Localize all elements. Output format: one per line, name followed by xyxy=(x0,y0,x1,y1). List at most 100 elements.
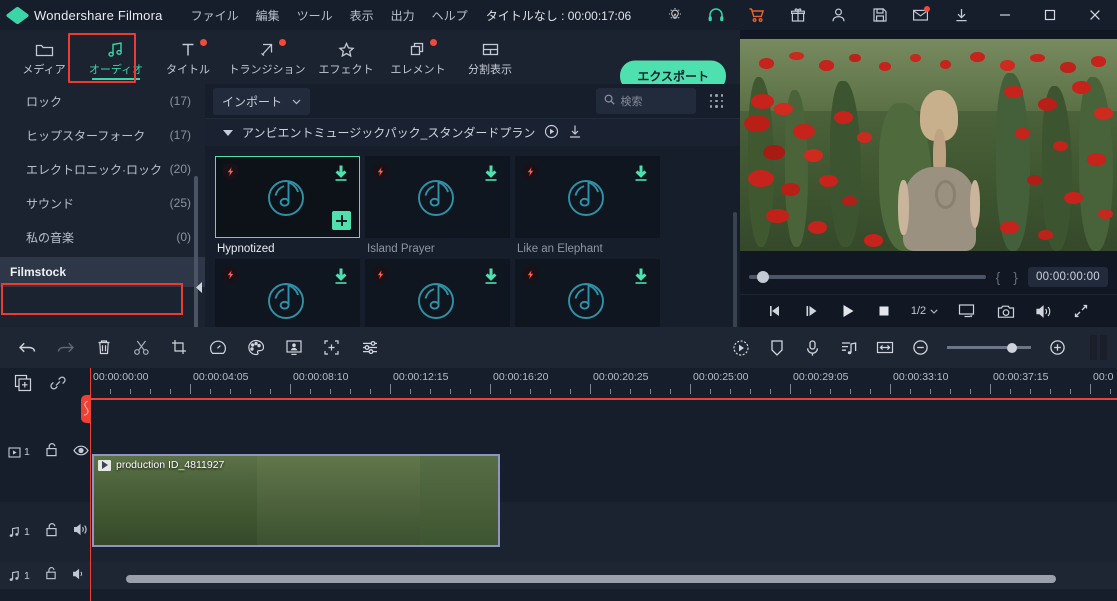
grid-view-icon[interactable] xyxy=(709,94,727,108)
import-dropdown[interactable]: インポート xyxy=(213,87,311,115)
playhead-handle[interactable] xyxy=(81,395,91,423)
undo-icon[interactable] xyxy=(18,338,37,357)
maximize-icon[interactable] xyxy=(1027,0,1072,30)
collapse-panel-icon[interactable] xyxy=(195,280,204,294)
speed-icon[interactable] xyxy=(208,338,227,357)
download-icon[interactable] xyxy=(941,0,982,30)
audio-card-row2-3[interactable] xyxy=(515,259,660,327)
camera-icon[interactable] xyxy=(997,304,1015,319)
sidebar-item-sound[interactable]: サウンド (25) xyxy=(0,186,205,220)
color-palette-icon[interactable] xyxy=(246,338,265,357)
sidebar-item-electronic-rock[interactable]: エレクトロニック·ロック (20) xyxy=(0,152,205,186)
prev-frame-icon[interactable] xyxy=(768,304,784,318)
crop-fit-icon[interactable] xyxy=(322,338,341,357)
mark-in-button[interactable]: { xyxy=(993,269,1004,285)
redo-icon[interactable] xyxy=(56,338,75,357)
audio-card-row2-2[interactable] xyxy=(365,259,510,327)
adjust-sliders-icon[interactable] xyxy=(360,338,379,357)
add-to-timeline-button[interactable] xyxy=(332,211,351,230)
fullscreen-icon[interactable] xyxy=(1073,303,1089,319)
play-icon[interactable] xyxy=(840,303,856,319)
volume-icon[interactable] xyxy=(1035,304,1053,319)
crop-icon[interactable] xyxy=(170,338,189,357)
sidebar-item-hipster-folk[interactable]: ヒップスターフォーク (17) xyxy=(0,118,205,152)
library-group-header[interactable]: アンビエントミュージックパック_スタンダードプラン xyxy=(205,118,740,146)
tab-transition[interactable]: トランジション xyxy=(224,32,310,82)
minimize-icon[interactable] xyxy=(982,0,1027,30)
headset-icon[interactable] xyxy=(695,0,736,30)
unlock-icon[interactable] xyxy=(45,442,58,462)
unlock-icon[interactable] xyxy=(45,566,57,585)
play-all-icon[interactable] xyxy=(544,124,559,142)
link-icon[interactable] xyxy=(49,374,67,397)
timeline-playhead[interactable] xyxy=(81,368,91,601)
scissors-icon[interactable] xyxy=(132,338,151,357)
tab-elements[interactable]: エレメント xyxy=(382,32,454,82)
download-icon[interactable] xyxy=(333,164,349,188)
menu-item-view[interactable]: 表示 xyxy=(350,7,374,24)
menu-item-export[interactable]: 出力 xyxy=(391,7,415,24)
sidebar-item-my-music[interactable]: 私の音楽 (0) xyxy=(0,220,205,254)
fit-timeline-icon[interactable] xyxy=(875,338,894,357)
timeline-horizontal-scrollbar[interactable] xyxy=(90,575,1117,583)
timeline-zoom-slider[interactable] xyxy=(947,342,1031,353)
search-input[interactable]: 検索 xyxy=(595,88,696,114)
render-preview-icon[interactable] xyxy=(731,338,750,357)
mail-icon[interactable] xyxy=(900,0,941,30)
seek-slider[interactable] xyxy=(749,271,986,283)
account-icon[interactable] xyxy=(818,0,859,30)
tab-title[interactable]: タイトル xyxy=(152,32,224,82)
menu-item-help[interactable]: ヘルプ xyxy=(432,7,468,24)
zoom-in-icon[interactable] xyxy=(1048,338,1067,357)
download-icon[interactable] xyxy=(333,267,349,291)
sidebar-scrollbar[interactable] xyxy=(194,176,198,327)
marker-icon[interactable] xyxy=(767,338,786,357)
gift-icon[interactable] xyxy=(777,0,818,30)
download-icon[interactable] xyxy=(483,267,499,291)
unlock-icon[interactable] xyxy=(45,522,58,542)
download-icon[interactable] xyxy=(633,267,649,291)
audio-card-like-an-elephant[interactable]: Like an Elephant xyxy=(515,156,660,255)
audio-card-island-prayer[interactable]: Island Prayer xyxy=(365,156,510,255)
playback-speed-selector[interactable]: 1/2 xyxy=(911,305,938,317)
menu-item-tools[interactable]: ツール xyxy=(297,7,333,24)
pause-bars-icon[interactable] xyxy=(1090,335,1107,360)
preview-timecode[interactable]: 00:00:00:00 xyxy=(1027,267,1108,287)
download-icon[interactable] xyxy=(483,164,499,188)
add-media-icon[interactable] xyxy=(14,374,32,397)
sidebar-item-filmstock[interactable]: Filmstock xyxy=(0,257,205,287)
tab-audio[interactable]: オーディオ xyxy=(80,32,152,82)
sidebar-item-rock[interactable]: ロック (17) xyxy=(0,84,205,118)
snapshot-screen-icon[interactable] xyxy=(958,303,976,319)
cart-icon[interactable] xyxy=(736,0,777,30)
green-screen-icon[interactable] xyxy=(284,338,303,357)
audio-card-row2-1[interactable] xyxy=(215,259,360,327)
library-scrollbar[interactable] xyxy=(733,212,737,327)
lightbulb-icon[interactable] xyxy=(654,0,695,30)
timeline-ruler[interactable]: 00:00:00:00 00:00:04:05 00:00:08:10 00:0… xyxy=(90,368,1117,402)
mark-out-button[interactable]: } xyxy=(1010,269,1021,285)
save-icon[interactable] xyxy=(859,0,900,30)
timeline-clip-video[interactable]: production ID_4811927 xyxy=(92,454,500,547)
tab-media[interactable]: メディア xyxy=(8,32,80,82)
tab-effects[interactable]: エフェクト xyxy=(310,32,382,82)
download-pack-icon[interactable] xyxy=(568,124,582,142)
close-icon[interactable] xyxy=(1072,0,1117,30)
menu-item-file[interactable]: ファイル xyxy=(191,7,239,24)
audio-detach-icon[interactable] xyxy=(839,338,858,357)
next-frame-icon[interactable] xyxy=(804,304,820,318)
download-icon[interactable] xyxy=(633,164,649,188)
tab-split-screen[interactable]: 分割表示 xyxy=(454,32,526,82)
delete-icon[interactable] xyxy=(94,338,113,357)
zoom-slider-handle[interactable] xyxy=(1007,342,1017,353)
eye-icon[interactable] xyxy=(73,443,89,461)
speaker-icon[interactable] xyxy=(72,567,87,585)
audio-card-hypnotized[interactable]: Hypnotized xyxy=(215,156,360,255)
seek-handle[interactable] xyxy=(757,271,769,283)
stop-icon[interactable] xyxy=(877,304,891,318)
voiceover-mic-icon[interactable] xyxy=(803,338,822,357)
zoom-out-icon[interactable] xyxy=(911,338,930,357)
speaker-icon[interactable] xyxy=(73,523,89,541)
preview-video[interactable] xyxy=(740,39,1117,251)
menu-item-edit[interactable]: 編集 xyxy=(256,7,280,24)
